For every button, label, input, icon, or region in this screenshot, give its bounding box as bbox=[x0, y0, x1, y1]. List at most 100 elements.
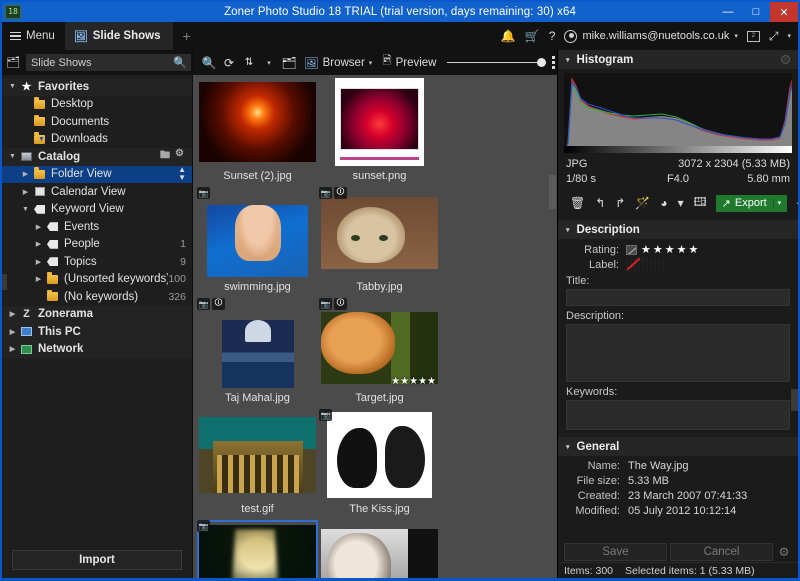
preview-mode-button[interactable]: 🖻 Preview bbox=[377, 53, 441, 72]
rotate-right-icon[interactable]: ↱ bbox=[610, 191, 630, 215]
effects-caret-icon[interactable]: ▾ bbox=[673, 191, 689, 215]
tree-twisty-icon[interactable]: ▶ bbox=[6, 328, 19, 336]
thumbnail-image[interactable] bbox=[321, 78, 438, 166]
tree-item-unsorted-keywords[interactable]: ▶(Unsorted keywords)100 bbox=[2, 271, 192, 289]
rotate-left-icon[interactable]: ↰ bbox=[590, 191, 610, 215]
tab-slide-shows[interactable]: 🖼 Slide Shows bbox=[65, 22, 173, 50]
thumbnail-image[interactable] bbox=[199, 411, 316, 499]
rating-star-5[interactable]: ★ bbox=[689, 244, 699, 256]
account-menu[interactable]: mike.williams@nuetools.co.uk ▾ bbox=[564, 30, 737, 43]
tree-item-desktop[interactable]: Desktop bbox=[2, 96, 192, 114]
thumbnail-cell[interactable]: 📷🛈Tabby.jpg bbox=[321, 189, 438, 295]
chevron-down-icon[interactable]: ▾ bbox=[566, 226, 570, 234]
trash-icon[interactable]: 🗑 bbox=[565, 191, 590, 215]
gear-icon[interactable]: ⚙ bbox=[175, 148, 184, 165]
refresh-icon[interactable]: ⟳ bbox=[219, 50, 239, 75]
tree-item-favorites[interactable]: ▼★Favorites bbox=[2, 78, 192, 96]
tree-item-this-pc[interactable]: ▶This PC bbox=[2, 323, 192, 341]
search-icon[interactable]: 🔍 bbox=[199, 50, 219, 75]
tree-twisty-icon[interactable]: ▶ bbox=[19, 188, 32, 196]
keywords-input[interactable] bbox=[566, 400, 790, 430]
rating-star-3[interactable]: ★ bbox=[665, 244, 675, 256]
tree-twisty-icon[interactable]: ▼ bbox=[6, 83, 19, 90]
bell-icon[interactable]: 🔔 bbox=[501, 29, 516, 43]
tree-item-keyword-view[interactable]: ▼Keyword View bbox=[2, 201, 192, 219]
export-caret-icon[interactable]: ▾ bbox=[773, 199, 782, 207]
gear-icon[interactable]: ⚙ bbox=[776, 545, 792, 559]
tree-twisty-icon[interactable]: ▶ bbox=[6, 310, 19, 318]
thumbnail-image[interactable]: 📷 bbox=[199, 189, 316, 277]
tree-twisty-icon[interactable]: ▶ bbox=[32, 240, 45, 248]
rating-stars[interactable]: ★★★★★ bbox=[641, 243, 700, 256]
chevron-down-icon[interactable]: ▾ bbox=[566, 56, 570, 64]
cancel-button[interactable]: Cancel bbox=[670, 543, 773, 561]
thumbnail-cell[interactable]: 📷🛈★★★★★Target.jpg bbox=[321, 300, 438, 406]
slideshow-icon[interactable]: 🖽 bbox=[689, 191, 712, 215]
rating-star-4[interactable]: ★ bbox=[677, 244, 687, 256]
rating-star-2[interactable]: ★ bbox=[653, 244, 663, 256]
description-section-header[interactable]: ▾ Description bbox=[558, 220, 798, 239]
rating-clear-icon[interactable] bbox=[626, 245, 637, 255]
sort-az-icon[interactable]: ⇅ bbox=[239, 50, 259, 75]
quick-fix-icon[interactable]: 🪄 bbox=[630, 191, 655, 215]
color-label-swatch-7[interactable] bbox=[654, 258, 656, 272]
import-button[interactable]: Import bbox=[12, 550, 182, 570]
tree-item-downloads[interactable]: ▼Downloads bbox=[2, 131, 192, 149]
general-section-header[interactable]: ▾ General bbox=[558, 437, 798, 456]
tree-item-folder-view[interactable]: ▶Folder View▲▼ bbox=[2, 166, 192, 184]
thumbnail-image[interactable] bbox=[199, 78, 316, 166]
folder-up-icon[interactable]: 🗂 bbox=[6, 55, 20, 70]
color-label-swatches[interactable] bbox=[626, 259, 666, 271]
thumbnail-cell[interactable]: Thoughtful.jpg bbox=[321, 522, 438, 578]
new-folder-icon[interactable]: 🗂 bbox=[279, 50, 299, 75]
thumbnail-cell[interactable]: 📷★★★★★The Way.jpg bbox=[199, 522, 316, 578]
color-label-swatch-8[interactable] bbox=[658, 258, 660, 272]
browser-mode-button[interactable]: 🖼 Browser ▾ bbox=[299, 56, 377, 70]
sort-updown-icon[interactable]: ▲▼ bbox=[178, 166, 186, 182]
color-label-swatch-4[interactable] bbox=[642, 258, 644, 272]
tree-twisty-icon[interactable]: ▶ bbox=[32, 258, 45, 266]
color-label-swatch-0[interactable] bbox=[626, 258, 628, 272]
histogram-mode-icon[interactable] bbox=[781, 55, 790, 64]
chevron-down-icon[interactable]: ▾ bbox=[566, 443, 570, 451]
thumbnail-grid[interactable]: Sunset (2).jpgsunset.png📷swimming.jpg📷🛈T… bbox=[193, 75, 557, 578]
color-label-swatch-5[interactable] bbox=[646, 258, 648, 272]
title-input[interactable] bbox=[566, 289, 790, 306]
tree-twisty-icon[interactable]: ▶ bbox=[32, 223, 45, 231]
close-button[interactable]: ✕ bbox=[770, 2, 798, 22]
thumbnail-cell[interactable]: 📷The Kiss.jpg bbox=[321, 411, 438, 517]
thumbnail-image[interactable]: 📷★★★★★ bbox=[199, 522, 316, 578]
color-label-swatch-9[interactable] bbox=[662, 258, 664, 272]
tree-twisty-icon[interactable]: ▶ bbox=[32, 275, 45, 283]
thumbnail-size-slider[interactable] bbox=[447, 58, 546, 67]
thumbnail-cell[interactable]: 📷🛈Taj Mahal.jpg bbox=[199, 300, 316, 406]
panel-resize-grip[interactable] bbox=[791, 389, 798, 411]
tree-item-documents[interactable]: Documents bbox=[2, 113, 192, 131]
effects-icon[interactable]: ◕ bbox=[655, 191, 672, 215]
export-button[interactable]: ↗ Export ▾ bbox=[716, 195, 788, 212]
new-tab-button[interactable]: + bbox=[173, 22, 201, 50]
share-icon[interactable]: ⤳ bbox=[791, 191, 798, 215]
color-label-swatch-6[interactable] bbox=[650, 258, 652, 272]
tree-item-no-keywords[interactable]: (No keywords)326 bbox=[2, 288, 192, 306]
tree-item-zonerama[interactable]: ▶ZZonerama bbox=[2, 306, 192, 324]
navigator-tree[interactable]: ▼★FavoritesDesktopDocuments▼Downloads▼Ca… bbox=[2, 75, 192, 546]
thumbnail-cell[interactable]: test.gif bbox=[199, 411, 316, 517]
sort-caret-icon[interactable]: ▾ bbox=[259, 50, 279, 75]
fullscreen-icon[interactable]: ⤢ bbox=[769, 29, 779, 44]
tree-item-topics[interactable]: ▶Topics9 bbox=[2, 253, 192, 271]
tree-item-catalog[interactable]: ▼Catalog🖿⚙ bbox=[2, 148, 192, 166]
add-folder-icon[interactable]: 🖿 bbox=[160, 148, 170, 165]
left-panel-collapse-handle[interactable] bbox=[2, 274, 7, 290]
help-icon[interactable]: ? bbox=[549, 29, 556, 43]
navigator-path-input[interactable] bbox=[26, 54, 191, 71]
maximize-button[interactable]: □ bbox=[742, 2, 770, 22]
thumbnail-cell[interactable]: Sunset (2).jpg bbox=[199, 78, 316, 184]
tree-item-calendar-view[interactable]: ▶Calendar View bbox=[2, 183, 192, 201]
tree-item-events[interactable]: ▶Events bbox=[2, 218, 192, 236]
catalog-actions[interactable]: 🖿⚙ bbox=[160, 148, 186, 165]
save-button[interactable]: Save bbox=[564, 543, 667, 561]
thumbnail-cell[interactable]: sunset.png bbox=[321, 78, 438, 184]
minimize-button[interactable]: — bbox=[714, 2, 742, 22]
tree-item-network[interactable]: ▶Network bbox=[2, 341, 192, 359]
